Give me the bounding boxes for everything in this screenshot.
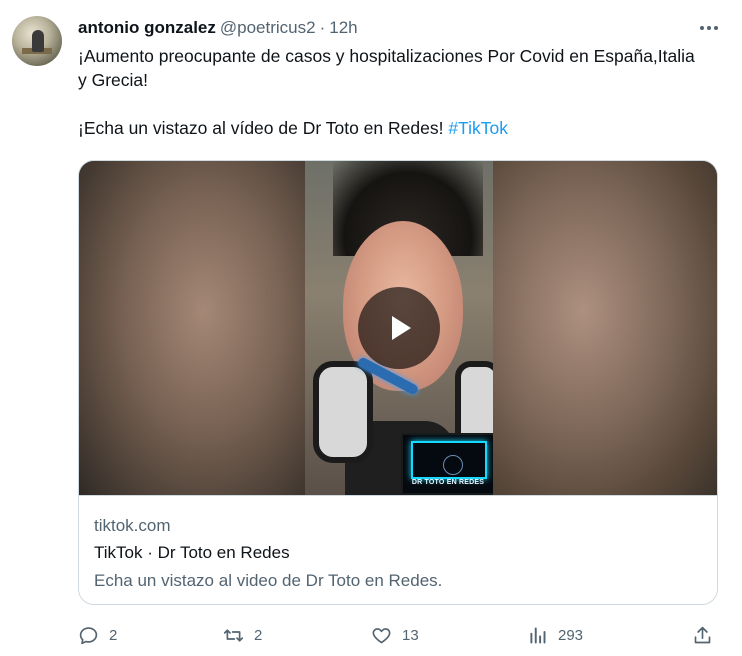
video-thumbnail[interactable]: DR TOTO EN REDES — [79, 161, 717, 495]
card-footer[interactable]: tiktok.com TikTok · Dr Toto en Redes Ech… — [79, 495, 717, 604]
avatar-person-shape — [32, 30, 44, 52]
reply-count: 2 — [109, 626, 118, 644]
tweet-header: antonio gonzalez @poetricus2 · 12h — [78, 17, 358, 39]
reply-icon — [79, 626, 98, 644]
tweet-text-line2-body: ¡Echa un vistazo al vídeo de Dr Toto en … — [78, 118, 449, 138]
card-description: Echa un vistazo al video de Dr Toto en R… — [94, 571, 443, 590]
views-count: 293 — [558, 626, 584, 644]
blurred-background-right — [493, 161, 717, 495]
molecule-icon — [443, 455, 463, 475]
share-icon — [694, 626, 711, 643]
repost-count: 2 — [254, 626, 263, 644]
like-count: 13 — [402, 626, 419, 644]
more-dots-icon — [700, 26, 718, 30]
tweet-timestamp[interactable]: 12h — [329, 18, 357, 38]
tweet-text: ¡Aumento preocupante de casos y hospital… — [78, 44, 708, 140]
card-domain: tiktok.com — [94, 516, 171, 535]
channel-logo-text: DR TOTO EN REDES — [411, 479, 485, 486]
more-options-button[interactable] — [697, 18, 721, 38]
tweet-actions: 2 2 13 293 — [78, 622, 718, 648]
tweet-text-line1: ¡Aumento preocupante de casos y hospital… — [78, 46, 695, 90]
reply-button[interactable]: 2 — [78, 622, 117, 648]
header-separator: · — [319, 18, 326, 37]
author-name[interactable]: antonio gonzalez — [78, 18, 216, 38]
author-handle[interactable]: @poetricus2 — [220, 18, 316, 38]
tweet[interactable]: antonio gonzalez @poetricus2 · 12h ¡Aume… — [0, 0, 742, 656]
headset-left-shape — [313, 361, 373, 463]
like-button[interactable]: 13 — [371, 622, 419, 648]
repost-button[interactable]: 2 — [223, 622, 262, 648]
play-button[interactable] — [358, 287, 440, 369]
heart-icon — [372, 627, 391, 643]
repost-icon — [223, 628, 244, 642]
play-icon — [392, 316, 411, 340]
views-chart-icon — [530, 627, 546, 643]
link-card[interactable]: DR TOTO EN REDES tiktok.com TikTok · Dr … — [78, 160, 718, 605]
hashtag-link[interactable]: #TikTok — [448, 118, 508, 138]
avatar[interactable] — [12, 16, 62, 66]
card-title: TikTok · Dr Toto en Redes — [94, 543, 290, 562]
blurred-background-left — [79, 161, 305, 495]
tweet-text-line2: ¡Echa un vistazo al vídeo de Dr Toto en … — [78, 116, 708, 140]
share-button[interactable] — [692, 622, 713, 648]
channel-logo: DR TOTO EN REDES — [401, 433, 493, 495]
views-button[interactable]: 293 — [527, 622, 583, 648]
